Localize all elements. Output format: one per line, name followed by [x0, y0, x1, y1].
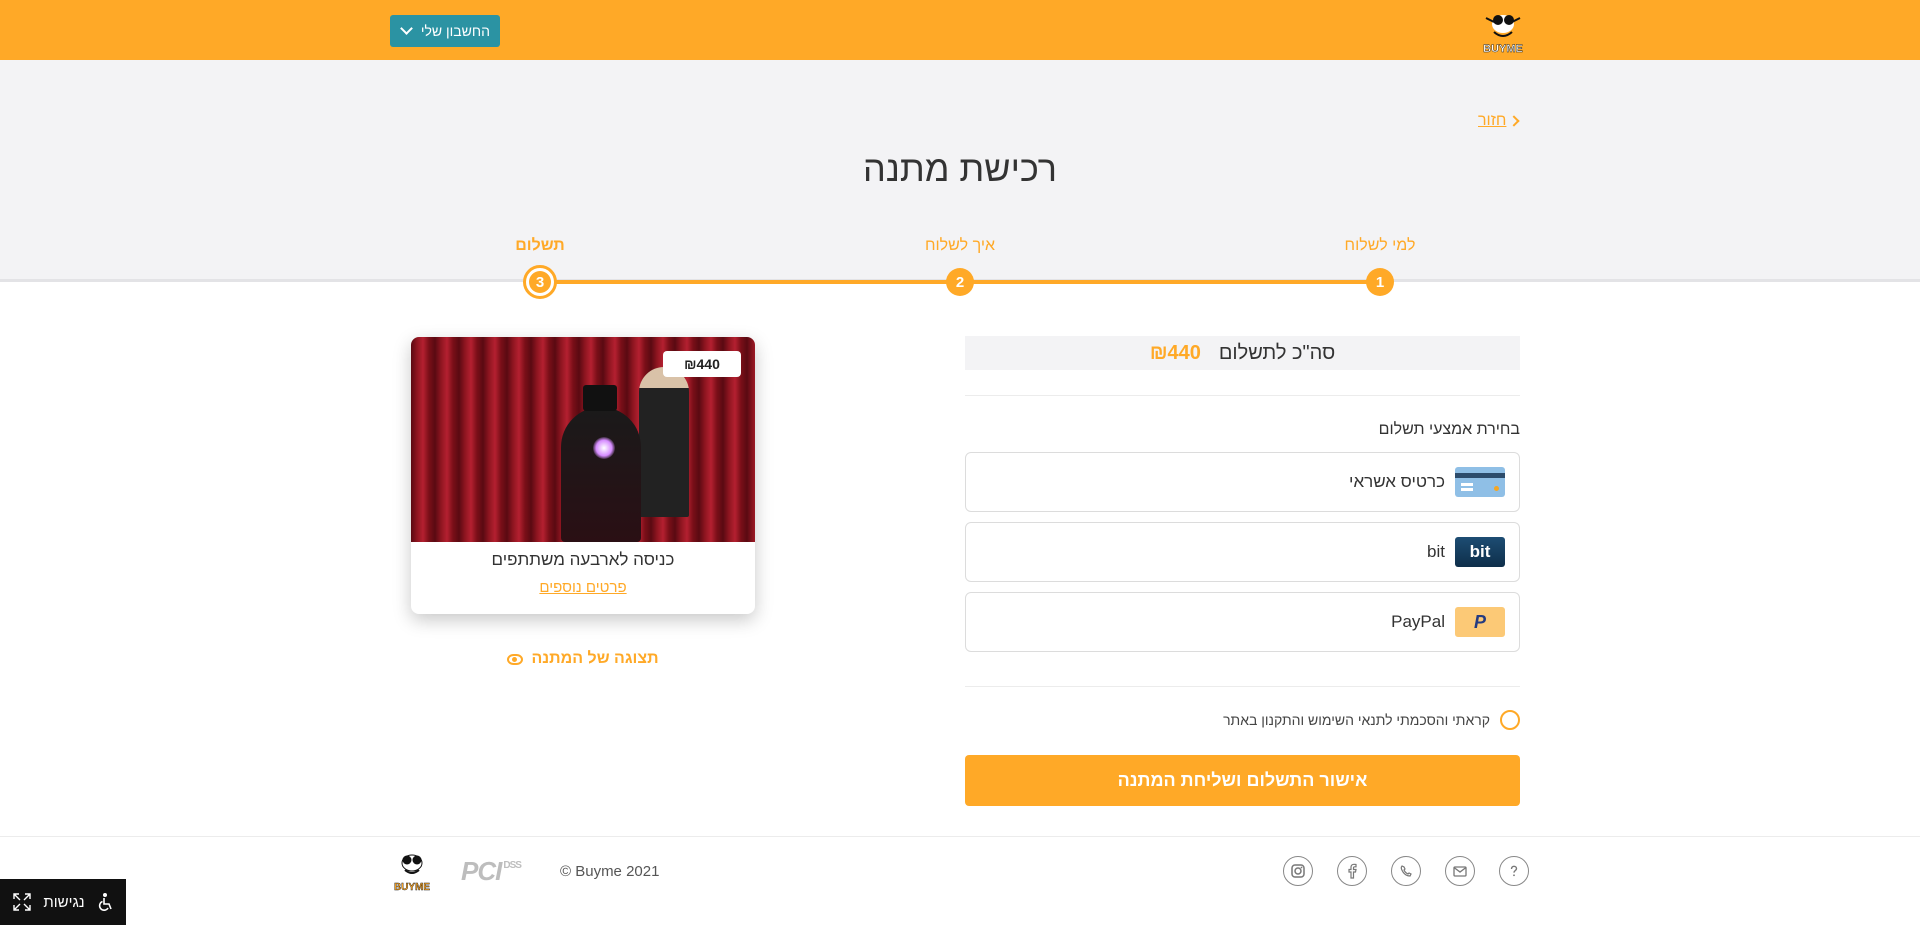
paypal-icon: P [1455, 607, 1505, 637]
payment-option-credit-card[interactable]: כרטיס אשראי [965, 452, 1520, 512]
gift-title: כניסה לארבעה משתתפים [491, 550, 675, 569]
bit-icon: bit [1455, 537, 1505, 567]
step-2-indicator[interactable]: 2 [946, 268, 974, 296]
payment-option-label: כרטיס אשראי [1349, 472, 1445, 491]
payment-option-paypal[interactable]: P PayPal [965, 592, 1520, 652]
eye-icon [507, 653, 524, 665]
gift-card: ₪440 כניסה לארבעה משתתפים פרטים נוספים [411, 337, 755, 614]
svg-text:BUYME: BUYME [394, 882, 430, 893]
total-label: סה"כ לתשלום [1218, 341, 1336, 364]
chevron-down-icon [400, 22, 413, 35]
step-3-label: תשלום [515, 237, 565, 254]
total-amount: ₪440 [1149, 341, 1201, 364]
copyright-text: © Buyme 2021 [560, 863, 660, 880]
terms-agreement: קראתי והסכמתי לתנאי השימוש והתקנון באתר [965, 710, 1520, 730]
chevron-right-icon [1508, 115, 1521, 127]
my-account-label: החשבון שלי [420, 23, 490, 39]
step-2-label: איך לשלוח [924, 237, 996, 254]
pci-dss-badge: PCI DSS [461, 856, 522, 887]
payment-method-title: בחירת אמצעי תשלום [1378, 421, 1520, 438]
accessibility-button[interactable]: נגישות [0, 879, 126, 925]
gift-preview-link[interactable]: תצוגה של המתנה [411, 650, 755, 668]
footer-buyme-logo: BUYME [394, 854, 431, 893]
step-3-indicator: 3 [523, 265, 557, 299]
help-icon[interactable] [1499, 856, 1529, 886]
gift-price-badge: ₪440 [663, 351, 741, 377]
mail-icon[interactable] [1445, 856, 1475, 886]
payment-option-label: PayPal [1391, 612, 1445, 631]
pci-text: PCI [461, 856, 502, 886]
divider [965, 395, 1520, 396]
terms-checkbox[interactable] [1500, 710, 1520, 730]
facebook-icon[interactable] [1337, 856, 1367, 886]
svg-text:BUYME: BUYME [1483, 43, 1523, 54]
back-label: חזור [1478, 112, 1507, 129]
my-account-dropdown[interactable]: החשבון שלי [390, 15, 500, 47]
whatsapp-icon[interactable] [1391, 856, 1421, 886]
step-1-label: למי לשלוח [1344, 237, 1416, 254]
payment-option-label: bit [1427, 542, 1445, 561]
step-3-number: 3 [529, 271, 551, 293]
terms-label: קראתי והסכמתי לתנאי השימוש והתקנון באתר [1223, 712, 1490, 728]
gift-more-details-link[interactable]: פרטים נוספים [411, 579, 755, 596]
footer-divider [0, 836, 1920, 837]
paypal-icon-letter: P [1474, 611, 1487, 632]
pci-sub: DSS [503, 860, 522, 871]
expand-icon [13, 893, 31, 911]
back-link[interactable]: חזור [1478, 112, 1521, 130]
credit-card-icon [1455, 467, 1505, 497]
step-1-indicator[interactable]: 1 [1366, 268, 1394, 296]
accessibility-label: נגישות [43, 893, 85, 911]
buyme-logo[interactable]: BUYME [1476, 8, 1530, 54]
divider [965, 686, 1520, 687]
total-summary: סה"כ לתשלום ₪440 [965, 336, 1520, 370]
top-header: החשבון שלי BUYME [0, 0, 1920, 60]
gift-preview-label: תצוגה של המתנה [531, 650, 659, 667]
confirm-payment-button[interactable]: אישור התשלום ושליחת המתנה [965, 755, 1520, 806]
page-title: רכישת מתנה [863, 148, 1057, 189]
wheelchair-icon [98, 893, 112, 911]
instagram-icon[interactable] [1283, 856, 1313, 886]
payment-option-bit[interactable]: bit bit [965, 522, 1520, 582]
gift-image: ₪440 [411, 337, 755, 542]
